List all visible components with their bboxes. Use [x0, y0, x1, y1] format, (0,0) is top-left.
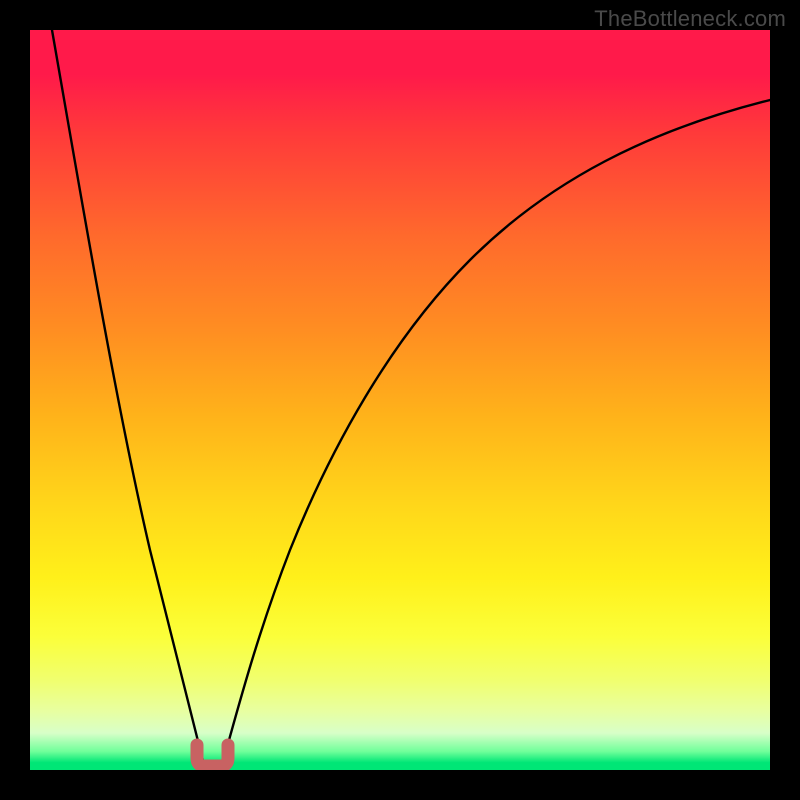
bottleneck-curve — [30, 30, 770, 770]
curve-right-branch — [222, 100, 770, 765]
optimum-marker — [197, 745, 228, 766]
watermark-text: TheBottleneck.com — [594, 6, 786, 32]
curve-left-branch — [52, 30, 204, 765]
chart-frame: TheBottleneck.com — [0, 0, 800, 800]
plot-area — [30, 30, 770, 770]
